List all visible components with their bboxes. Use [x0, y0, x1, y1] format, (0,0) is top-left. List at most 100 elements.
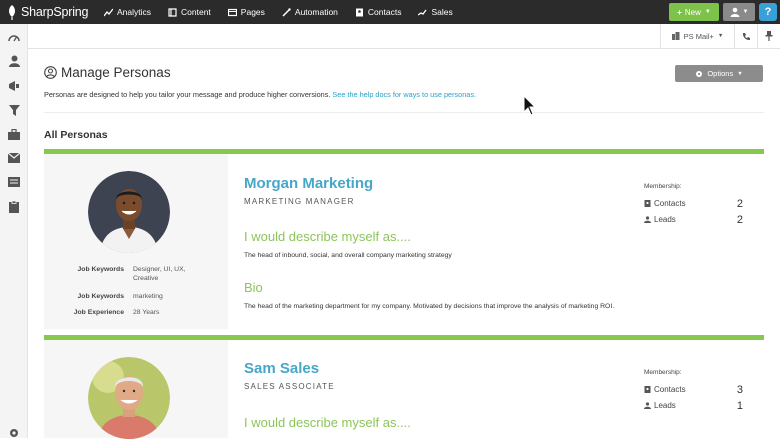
phone-icon [742, 32, 750, 40]
membership-leads[interactable]: Leads 2 [644, 213, 743, 226]
chart-icon [104, 8, 113, 17]
contacts-count: 3 [736, 383, 743, 396]
main-content: Manage Personas Options ▼ Personas are d… [28, 49, 780, 439]
nav-analytics[interactable]: Analytics [96, 0, 160, 24]
describe-heading: I would describe myself as.... [244, 415, 411, 430]
avatar [88, 357, 170, 439]
mouse-pointer-icon [523, 95, 537, 116]
list-card-icon[interactable] [7, 175, 21, 189]
bio-heading: Bio [244, 280, 263, 295]
nav-analytics-label: Analytics [117, 7, 152, 17]
leaf-logo-icon [9, 5, 15, 20]
brand-name: SharpSpring [21, 5, 89, 19]
nav-contacts-label: Contacts [367, 7, 402, 17]
persona-profile-column: Job Keywords Designer, UI, UX, Creative … [44, 154, 228, 329]
brand-logo[interactable]: SharpSpring [0, 0, 96, 24]
ps-mail-plus-menu[interactable]: PS Mail+ ▼ [660, 24, 734, 48]
nav-automation-label: Automation [294, 7, 338, 17]
nav-automation[interactable]: Automation [274, 0, 347, 24]
sales-icon [418, 8, 427, 17]
filter-icon[interactable] [7, 103, 21, 117]
options-button-label: Options [707, 69, 734, 78]
pin-icon [765, 31, 773, 41]
megaphone-icon[interactable] [7, 79, 21, 93]
new-button[interactable]: + New ▼ [669, 3, 719, 21]
membership-label: Membership: [644, 183, 682, 190]
help-button[interactable]: ? [759, 3, 777, 21]
contacts-label: Contacts [654, 199, 686, 208]
leads-person-icon [644, 402, 651, 409]
top-nav: SharpSpring Analytics Content Pages Auto… [0, 0, 780, 24]
persona-role: SALES ASSOCIATE [244, 382, 335, 391]
content-icon [168, 7, 177, 17]
caret-down-icon: ▼ [737, 70, 743, 77]
caret-down-icon: ▼ [704, 9, 711, 15]
pin-button[interactable] [757, 24, 780, 48]
nav-sales-label: Sales [431, 7, 453, 17]
briefcase-icon[interactable] [7, 127, 21, 141]
leads-label: Leads [654, 401, 676, 410]
contacts-label: Contacts [654, 385, 686, 394]
automation-icon [282, 7, 291, 17]
plus-icon: + [677, 7, 682, 17]
clipboard-icon[interactable] [7, 200, 21, 214]
divider [44, 112, 764, 113]
field-key: Job Keywords [77, 266, 124, 273]
section-title: All Personas [44, 129, 108, 141]
gear-icon [696, 70, 703, 77]
person-icon[interactable] [7, 54, 21, 68]
field-value: 28 Years [133, 309, 160, 316]
new-button-label: New [684, 7, 701, 17]
user-menu-button[interactable]: ▼ [723, 3, 755, 21]
bio-text: The head of the marketing department for… [244, 303, 615, 310]
avatar [88, 171, 170, 253]
pages-icon [227, 8, 237, 17]
caret-down-icon: ▼ [742, 9, 749, 15]
leads-person-icon [644, 216, 651, 223]
leads-count: 2 [736, 213, 743, 226]
page-title: Manage Personas [44, 65, 171, 80]
page-title-text: Manage Personas [61, 65, 171, 80]
contacts-count: 2 [736, 197, 743, 210]
options-button[interactable]: Options ▼ [675, 65, 763, 82]
persona-card: Job Keywords Designer, UI, UX, Creative … [44, 149, 764, 334]
persona-profile-column [44, 340, 228, 439]
user-circle-icon [44, 66, 57, 79]
nav-sales[interactable]: Sales [410, 0, 461, 24]
nav-pages-label: Pages [240, 7, 265, 17]
envelope-icon[interactable] [7, 151, 21, 165]
contacts-book-icon [644, 386, 651, 393]
membership-label: Membership: [644, 369, 682, 376]
describe-text: The head of inbound, social, and overall… [244, 252, 452, 259]
membership-contacts[interactable]: Contacts 2 [644, 197, 743, 210]
persona-card: Sam Sales SALES ASSOCIATE I would descri… [44, 335, 764, 439]
ps-mail-plus-label: PS Mail+ [683, 31, 714, 41]
contacts-icon [355, 8, 364, 17]
phone-button[interactable] [734, 24, 757, 48]
field-value: marketing [133, 293, 163, 300]
user-icon [730, 7, 740, 17]
persona-name[interactable]: Morgan Marketing [244, 175, 373, 192]
nav-content[interactable]: Content [160, 0, 220, 24]
intro-description: Personas are designed to help you tailor… [44, 90, 331, 99]
describe-heading: I would describe myself as.... [244, 229, 411, 244]
help-docs-link[interactable]: See the help docs for ways to use person… [332, 90, 476, 99]
membership-leads[interactable]: Leads 1 [644, 399, 743, 412]
leads-count: 1 [736, 399, 743, 412]
nav-pages[interactable]: Pages [220, 0, 274, 24]
nav-contacts[interactable]: Contacts [347, 0, 411, 24]
membership-contacts[interactable]: Contacts 3 [644, 383, 743, 396]
intro-text: Personas are designed to help you tailor… [44, 90, 476, 99]
caret-down-icon: ▼ [717, 33, 724, 39]
dashboard-gauge-icon[interactable] [7, 30, 21, 44]
leads-label: Leads [654, 215, 676, 224]
field-key: Job Keywords [77, 293, 124, 300]
sidebar [0, 24, 28, 438]
field-key: Job Experience [73, 309, 124, 316]
persona-role: MARKETING MANAGER [244, 197, 355, 206]
contacts-book-icon [644, 200, 651, 207]
persona-name[interactable]: Sam Sales [244, 360, 319, 377]
building-icon [671, 32, 680, 40]
field-value: Designer, UI, UX, Creative [133, 266, 186, 282]
nav-content-label: Content [181, 7, 211, 17]
